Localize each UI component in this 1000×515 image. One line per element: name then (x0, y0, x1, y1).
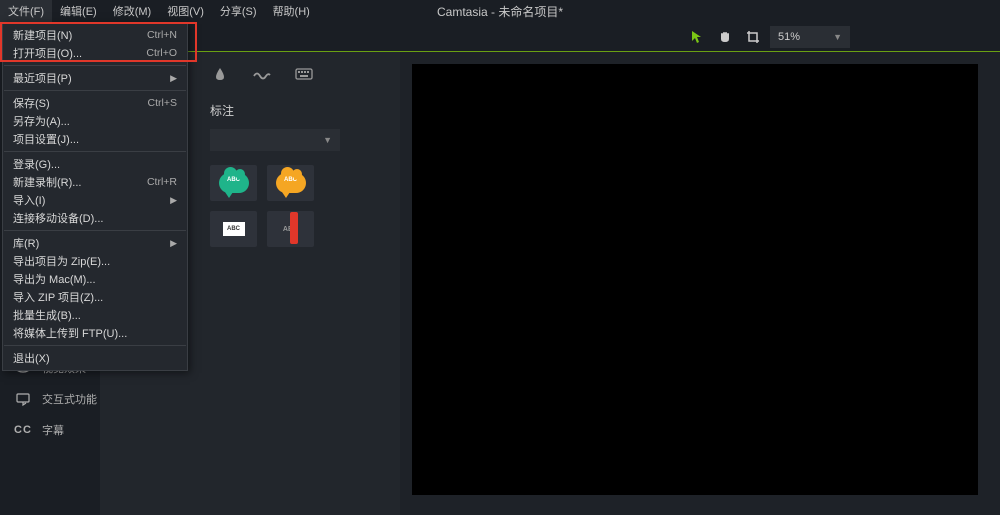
menu-new-recording[interactable]: 新建录制(R)...Ctrl+R (3, 173, 187, 191)
chevron-right-icon: ▶ (170, 73, 177, 84)
menu-recent-projects[interactable]: 最近项目(P)▶ (3, 69, 187, 87)
annotation-thumbnails: ABC ABC ABC ABC (210, 165, 420, 247)
crop-tool-icon[interactable] (742, 26, 764, 48)
menu-exit[interactable]: 退出(X) (3, 349, 187, 367)
menu-modify[interactable]: 修改(M) (105, 0, 160, 22)
menu-library[interactable]: 库(R)▶ (3, 234, 187, 252)
keyboard-icon[interactable] (294, 64, 314, 84)
menu-export-zip[interactable]: 导出项目为 Zip(E)... (3, 252, 187, 270)
zoom-value: 51% (778, 31, 800, 43)
menu-import-zip[interactable]: 导入 ZIP 项目(Z)... (3, 288, 187, 306)
canvas-area (400, 52, 1000, 515)
cc-icon: CC (14, 421, 32, 439)
annotation-thumb-rect[interactable]: ABC (210, 211, 257, 247)
menu-import[interactable]: 导入(I)▶ (3, 191, 187, 209)
wave-icon[interactable] (252, 64, 272, 84)
sidebar-item-captions[interactable]: CC 字幕 (0, 414, 100, 445)
pointer-tool-icon[interactable] (686, 26, 708, 48)
sidebar-item-label: 字幕 (42, 422, 64, 438)
sidebar-item-label: 交互式功能 (42, 391, 97, 407)
menu-help[interactable]: 帮助(H) (265, 0, 318, 22)
menu-open-project[interactable]: 打开项目(O)...Ctrl+O (3, 44, 187, 62)
menu-login[interactable]: 登录(G)... (3, 155, 187, 173)
menu-edit[interactable]: 编辑(E) (52, 0, 105, 22)
selected-indicator (290, 212, 298, 244)
caret-down-icon: ▼ (833, 32, 842, 42)
menu-upload-ftp[interactable]: 将媒体上传到 FTP(U)... (3, 324, 187, 342)
menu-save-as[interactable]: 另存为(A)... (3, 112, 187, 130)
zoom-dropdown[interactable]: 51% ▼ (770, 26, 850, 48)
menu-export-mac[interactable]: 导出为 Mac(M)... (3, 270, 187, 288)
menubar: Camtasia - 未命名项目* 文件(F) 编辑(E) 修改(M) 视图(V… (0, 0, 1000, 22)
file-menu-dropdown: 新建项目(N)Ctrl+N 打开项目(O)...Ctrl+O 最近项目(P)▶ … (2, 22, 188, 371)
menu-new-project[interactable]: 新建项目(N)Ctrl+N (3, 26, 187, 44)
chevron-right-icon: ▶ (170, 238, 177, 249)
menu-file[interactable]: 文件(F) (0, 0, 52, 22)
interactive-icon (14, 390, 32, 408)
sidebar-item-interactive[interactable]: 交互式功能 (0, 383, 100, 414)
caret-down-icon: ▼ (323, 135, 332, 145)
chevron-right-icon: ▶ (170, 195, 177, 206)
menu-batch[interactable]: 批量生成(B)... (3, 306, 187, 324)
menu-connect-mobile[interactable]: 连接移动设备(D)... (3, 209, 187, 227)
menu-save[interactable]: 保存(S)Ctrl+S (3, 94, 187, 112)
annotation-thumb-cloud-orange[interactable]: ABC (267, 165, 314, 201)
menu-view[interactable]: 视图(V) (159, 0, 212, 22)
hand-tool-icon[interactable] (714, 26, 736, 48)
annotation-thumb-cloud-green[interactable]: ABC (210, 165, 257, 201)
canvas[interactable] (412, 64, 978, 495)
menu-project-settings[interactable]: 项目设置(J)... (3, 130, 187, 148)
menu-share[interactable]: 分享(S) (212, 0, 265, 22)
panel-title: 标注 (210, 102, 390, 119)
droplet-icon[interactable] (210, 64, 230, 84)
style-dropdown[interactable]: ▼ (210, 129, 340, 151)
